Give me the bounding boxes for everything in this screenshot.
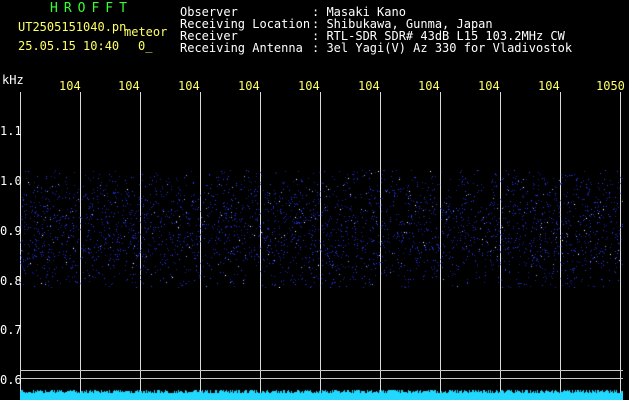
x-tick-label: 104	[238, 79, 260, 93]
datetime-label: 25.05.15 10:40	[18, 39, 120, 53]
spectrogram-noise-band	[20, 170, 623, 288]
x-tick-label: 104	[478, 79, 500, 93]
x-tick-label: 104	[418, 79, 440, 93]
brand-title: HROFFT	[50, 1, 133, 16]
y-tick-label: 1.1	[0, 124, 22, 138]
y-tick-label: 0.9	[0, 224, 22, 238]
baseline-line	[20, 370, 623, 371]
axis-unit-label: kHz	[2, 73, 24, 87]
x-tick-label: 104	[538, 79, 560, 93]
y-tick-label: 0.7	[0, 323, 22, 337]
x-tick-label: 104	[298, 79, 320, 93]
baseline-line	[20, 378, 623, 379]
y-tick-label: 0.6	[0, 373, 22, 387]
x-tick-label: 104	[59, 79, 81, 93]
count-label: 0_	[138, 39, 153, 53]
x-tick-label: 104	[358, 79, 380, 93]
x-tick-label: 104	[118, 79, 140, 93]
mode-label: meteor	[124, 25, 168, 39]
info-label-antenna: Receiving Antenna	[180, 41, 303, 55]
y-tick-label: 0.8	[0, 274, 22, 288]
y-tick-label: 1.0	[0, 174, 22, 188]
info-value-antenna: : 3el Yagi(V) Az 330 for Vladivostok	[312, 41, 573, 55]
filename-label: UT2505151040.pn	[18, 20, 127, 34]
x-tick-label: 104	[178, 79, 200, 93]
x-tick-label: 1050	[596, 79, 625, 93]
signal-level-strip	[20, 384, 623, 400]
